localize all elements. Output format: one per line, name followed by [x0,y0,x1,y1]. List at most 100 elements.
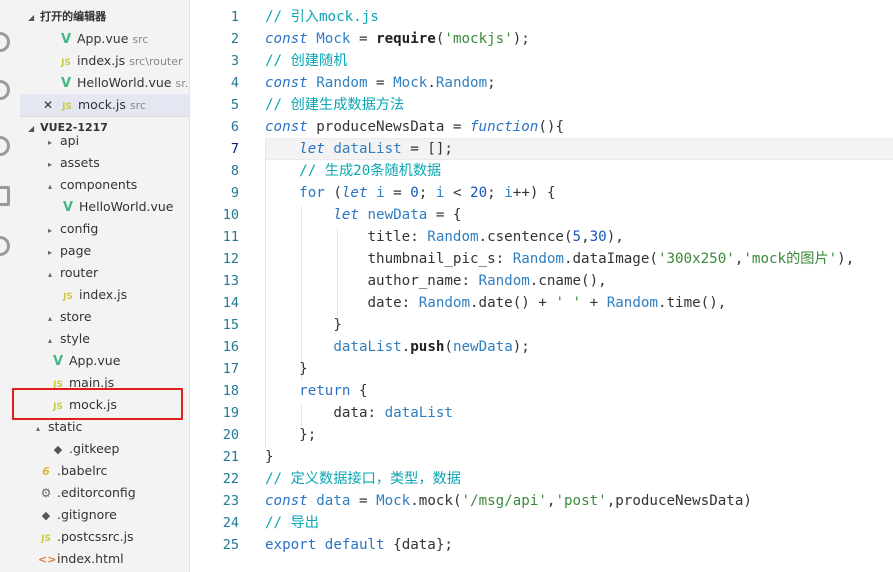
tree-item[interactable]: JS index.js [20,284,189,306]
code-token: '300x250' [657,251,735,267]
code-token: ++) { [512,185,556,201]
code-token: ; [487,75,496,91]
open-editors-header[interactable]: ◢ 打开的编辑器 [20,6,189,28]
tree-item[interactable]: ▴ router [20,262,189,284]
code-line: 21} [191,446,893,468]
file-name: mock.js [78,97,126,112]
line-number: 12 [222,251,239,267]
babel-file-icon: 6 [42,465,50,478]
code-line: 17 } [191,358,893,380]
tree-item[interactable]: ▴ store [20,306,189,328]
chevron-right-icon[interactable]: ▸ [48,220,60,240]
code-token: } [265,317,342,333]
line-number: 16 [222,339,239,355]
code-text: for (let i = 0; i < 20; i++) { [265,182,556,204]
code-token: const [265,493,308,509]
code-token: dataList [384,405,453,421]
tree-item[interactable]: ▸ api [20,130,189,152]
html-file-icon: <> [38,553,57,566]
chevron-down-icon[interactable]: ▴ [48,308,60,328]
code-text: export default {data}; [265,534,453,556]
tree-item[interactable]: ▴ components [20,174,189,196]
code-line: 13 author_name: Random.cname(), [191,270,893,292]
search-icon[interactable] [0,32,10,52]
chevron-down-icon[interactable]: ▴ [36,418,48,438]
remote-icon[interactable] [0,236,10,256]
extensions-icon[interactable] [0,186,10,206]
line-number: 21 [222,449,239,465]
tree-item[interactable]: ▸ config [20,218,189,240]
line-number: 11 [222,229,239,245]
open-editor-item[interactable]: ✕ JS mock.js src [20,94,189,116]
code-token: '/msg/api' [461,493,547,509]
chevron-down-icon[interactable]: ▴ [48,176,60,196]
gear-file-icon: ⚙ [40,486,52,500]
line-number: 25 [222,537,239,553]
line-number: 10 [222,207,239,223]
code-token: 'mock的图片' [743,251,838,267]
vue-file-icon: V [52,354,64,369]
code-token: ), [606,229,624,245]
tree-item[interactable]: ▸ assets [20,152,189,174]
tree-item[interactable]: V HelloWorld.vue [20,196,189,218]
file-name: index.js [79,287,128,302]
tree-item[interactable]: 6 .babelrc [20,460,189,482]
tree-item[interactable]: ◆ .gitignore [20,504,189,526]
code-token: ( [444,339,453,355]
code-token: ); [512,339,530,355]
code-text: data: dataList [265,402,453,424]
js-file-icon: JS [61,58,71,68]
code-line: 14 date: Random.date() + ' ' + Random.ti… [191,292,893,314]
code-token: . [563,251,573,267]
open-editor-item[interactable]: JS index.js src\router [20,50,189,72]
chevron-right-icon[interactable]: ▸ [48,154,60,174]
tree-item[interactable]: ▴ style [20,328,189,350]
tree-item[interactable]: ◆ .gitkeep [20,438,189,460]
code-token: ; [418,185,436,201]
open-editor-item[interactable]: V App.vue src [20,28,189,50]
tree-item[interactable]: V App.vue [20,350,189,372]
file-name: App.vue [77,31,129,46]
open-editor-item[interactable]: V HelloWorld.vuesr... [20,72,189,94]
code-line: 12 thumbnail_pic_s: Random.dataImage('30… [191,248,893,270]
code-text: // 创建随机 [265,50,347,72]
code-token: }; [265,427,317,443]
source-control-icon[interactable] [0,80,10,100]
code-token: = [350,31,377,47]
code-text: const Mock = require('mockjs'); [265,28,530,50]
code-line: 10 let newData = { [191,204,893,226]
code-editor[interactable]: 1// 引入mock.js 2 const Mock = require('mock… [191,0,893,572]
code-token: time(), [666,295,727,311]
code-token: Random [427,229,479,245]
code-text: title: Random.csentence(5,30), [265,226,624,248]
file-name: style [60,331,90,346]
code-text: } [265,446,274,468]
tree-item[interactable]: <>index.html [20,548,189,570]
code-token: require [376,31,436,47]
code-line: 7 let dataList = []; [191,138,893,160]
code-token: ), [837,251,855,267]
code-token: . [657,295,667,311]
code-token: Random [418,295,470,311]
tree-item[interactable]: JS .postcssrc.js [20,526,189,548]
code-text: thumbnail_pic_s: Random.dataImage('300x2… [265,248,854,270]
chevron-down-icon[interactable]: ▴ [48,264,60,284]
code-token: let [299,141,325,157]
code-token: produceNewsData) [615,493,752,509]
tree-item[interactable]: ▸ page [20,240,189,262]
chevron-right-icon[interactable]: ▸ [48,242,60,262]
code-token: produceNewsData [307,119,445,135]
file-path-hint: src [132,33,149,46]
chevron-down-icon[interactable]: ▴ [48,330,60,350]
tree-item[interactable]: ⚙ .editorconfig [20,482,189,504]
file-path-hint: src [129,99,146,112]
line-number: 13 [222,273,239,289]
code-token: newData [452,339,513,355]
code-token: } [265,449,274,465]
chevron-right-icon[interactable]: ▸ [48,132,60,152]
debug-icon[interactable] [0,136,10,156]
